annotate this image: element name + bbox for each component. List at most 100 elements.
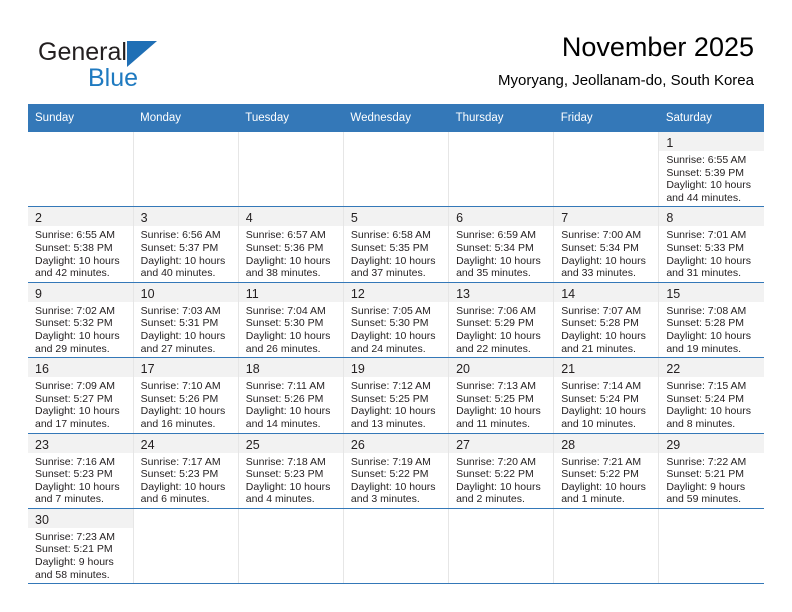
daylight-text-line2: and 14 minutes. — [245, 417, 321, 430]
day-number-band: 4 — [239, 207, 343, 227]
day-number: 30 — [35, 512, 49, 527]
calendar-day-cell[interactable]: 1 Sunrise: 6:55 AM Sunset: 5:39 PM Daylight… — [658, 132, 764, 208]
daylight-text-line1: Daylight: 10 hours — [561, 405, 646, 418]
calendar-day-cell[interactable]: 13 Sunrise: 7:06 AM Sunset: 5:29 PM Dayligh… — [448, 282, 554, 359]
calendar-day-cell[interactable]: 19 Sunrise: 7:12 AM Sunset: 5:25 PM Dayligh… — [342, 357, 449, 434]
page-title: November 2025 — [561, 32, 754, 62]
calendar-day-cell[interactable]: 3 Sunrise: 6:56 AM Sunset: 5:37 PM Daylight… — [132, 206, 239, 283]
calendar-day-cell[interactable]: 20 Sunrise: 7:13 AM Sunset: 5:25 PM Dayligh… — [448, 357, 554, 434]
page-subtitle: Myoryang, Jeollanam-do, South Korea — [498, 72, 754, 89]
sunrise-text: Sunrise: 7:09 AM — [35, 380, 115, 393]
calendar-day-cell[interactable]: 11 Sunrise: 7:04 AM Sunset: 5:30 PM Dayligh… — [237, 282, 344, 359]
sunrise-text: Sunrise: 6:55 AM — [35, 229, 115, 242]
calendar-day-cell[interactable]: 22 Sunrise: 7:15 AM Sunset: 5:24 PM Dayligh… — [658, 357, 764, 434]
calendar-day-cell[interactable]: 28 Sunrise: 7:21 AM Sunset: 5:22 PM Dayligh… — [553, 433, 659, 509]
day-number: 15 — [666, 286, 681, 301]
calendar-week-row: 1 Sunrise: 6:55 AM Sunset: 5:39 PM Daylight… — [28, 132, 764, 208]
calendar-day-cell[interactable]: 14 Sunrise: 7:07 AM Sunset: 5:28 PM Dayligh… — [553, 282, 659, 359]
day-details: Sunrise: 7:13 AM Sunset: 5:25 PM Daylight:… — [450, 377, 554, 432]
calendar-day-cell[interactable]: 16 Sunrise: 7:09 AM Sunset: 5:27 PM Dayligh… — [28, 357, 134, 434]
calendar-day-cell[interactable]: 25 Sunrise: 7:18 AM Sunset: 5:23 PM Dayligh… — [237, 433, 344, 509]
day-number-band: 7 — [554, 207, 659, 227]
calendar-day-cell[interactable]: 4 Sunrise: 6:57 AM Sunset: 5:36 PM Daylight… — [237, 206, 344, 283]
calendar-week-row: 30 Sunrise: 7:23 AM Sunset: 5:21 PM Dayligh… — [28, 508, 764, 585]
sunset-text: Sunset: 5:36 PM — [245, 241, 324, 254]
day-details: Sunrise: 7:14 AM Sunset: 5:24 PM Daylight:… — [555, 377, 659, 432]
calendar-day-cell[interactable]: 21 Sunrise: 7:14 AM Sunset: 5:24 PM Dayligh… — [553, 357, 659, 434]
daylight-text-line1: Daylight: 10 hours — [666, 329, 751, 342]
day-number: 11 — [245, 286, 259, 301]
weekday-header-saturday: Saturday — [658, 104, 764, 132]
day-number: 26 — [350, 437, 365, 452]
weekday-header-friday: Friday — [553, 104, 659, 132]
daylight-text-line2: and 13 minutes. — [350, 417, 426, 430]
calendar-day-cell[interactable]: 15 Sunrise: 7:08 AM Sunset: 5:28 PM Dayligh… — [658, 282, 764, 359]
day-details: Sunrise: 6:58 AM Sunset: 5:35 PM Daylight:… — [344, 226, 448, 281]
sunset-text: Sunset: 5:28 PM — [561, 317, 639, 330]
calendar-day-cell[interactable]: 30 Sunrise: 7:23 AM Sunset: 5:21 PM Dayligh… — [28, 508, 134, 585]
daylight-text-line2: and 44 minutes. — [666, 191, 742, 204]
calendar-day-cell[interactable]: 9 Sunrise: 7:02 AM Sunset: 5:32 PM Daylight… — [28, 282, 134, 359]
day-details: Sunrise: 7:06 AM Sunset: 5:29 PM Daylight:… — [450, 302, 554, 357]
calendar-day-cell[interactable]: 26 Sunrise: 7:19 AM Sunset: 5:22 PM Dayligh… — [342, 433, 449, 509]
sunrise-text: Sunrise: 7:00 AM — [561, 229, 642, 242]
sunset-text: Sunset: 5:24 PM — [561, 392, 639, 405]
sunrise-text: Sunrise: 7:06 AM — [456, 304, 537, 317]
weekday-header-tuesday: Tuesday — [238, 104, 344, 132]
day-number-band: 12 — [344, 282, 449, 302]
calendar-day-cell[interactable]: 10 Sunrise: 7:03 AM Sunset: 5:31 PM Dayligh… — [132, 282, 239, 359]
sunrise-text: Sunrise: 7:18 AM — [245, 455, 326, 468]
day-details: Sunrise: 6:55 AM Sunset: 5:38 PM Daylight:… — [28, 226, 133, 281]
daylight-text-line2: and 19 minutes. — [666, 342, 742, 355]
calendar-day-cell[interactable]: 2 Sunrise: 6:55 AM Sunset: 5:38 PM Daylight… — [28, 206, 134, 283]
day-number-band — [134, 508, 238, 528]
day-number: 18 — [245, 362, 260, 377]
day-number-band: 18 — [239, 358, 343, 378]
sunrise-text: Sunrise: 7:22 AM — [666, 455, 747, 468]
calendar-day-cell[interactable]: 17 Sunrise: 7:10 AM Sunset: 5:26 PM Dayligh… — [132, 357, 239, 434]
daylight-text-line2: and 3 minutes. — [350, 493, 420, 506]
sunset-text: Sunset: 5:26 PM — [245, 392, 324, 405]
day-number: 13 — [456, 286, 470, 301]
calendar-day-cell[interactable]: 27 Sunrise: 7:20 AM Sunset: 5:22 PM Dayligh… — [448, 433, 554, 509]
day-number-band: 3 — [134, 207, 238, 227]
sunset-text: Sunset: 5:22 PM — [456, 468, 534, 481]
day-number: 24 — [140, 437, 155, 452]
sunset-text: Sunset: 5:35 PM — [350, 241, 429, 254]
calendar-day-cell[interactable]: 8 Sunrise: 7:01 AM Sunset: 5:33 PM Daylight… — [658, 206, 764, 283]
day-number-band: 11 — [239, 282, 343, 302]
sunset-text: Sunset: 5:30 PM — [350, 317, 429, 330]
daylight-text-line1: Daylight: 10 hours — [245, 405, 331, 418]
calendar-day-cell[interactable]: 7 Sunrise: 7:00 AM Sunset: 5:34 PM Daylight… — [553, 206, 659, 283]
day-details: Sunrise: 7:16 AM Sunset: 5:23 PM Daylight:… — [28, 453, 133, 508]
daylight-text-line2: and 10 minutes. — [561, 417, 636, 430]
logo-text-general: General — [38, 38, 127, 66]
daylight-text-line2: and 6 minutes. — [140, 493, 210, 506]
daylight-text-line1: Daylight: 10 hours — [35, 329, 120, 342]
daylight-text-line1: Daylight: 10 hours — [245, 254, 331, 267]
day-number-band: 19 — [344, 358, 449, 378]
daylight-text-line2: and 42 minutes. — [35, 267, 110, 280]
calendar-cell-empty — [132, 508, 239, 585]
day-number: 9 — [35, 286, 42, 301]
calendar-day-cell[interactable]: 29 Sunrise: 7:22 AM Sunset: 5:21 PM Dayligh… — [658, 433, 764, 509]
general-blue-logo[interactable]: General Blue — [38, 38, 258, 94]
calendar-day-cell[interactable]: 23 Sunrise: 7:16 AM Sunset: 5:23 PM Dayligh… — [28, 433, 134, 509]
calendar-day-cell[interactable]: 12 Sunrise: 7:05 AM Sunset: 5:30 PM Dayligh… — [342, 282, 449, 359]
sunrise-text: Sunrise: 7:11 AM — [245, 380, 325, 393]
day-number: 1 — [666, 136, 674, 150]
weekday-header-sunday: Sunday — [28, 104, 134, 132]
day-number: 3 — [140, 211, 148, 226]
day-number-band: 25 — [239, 433, 343, 453]
calendar-day-cell[interactable]: 5 Sunrise: 6:58 AM Sunset: 5:35 PM Daylight… — [342, 206, 449, 283]
daylight-text-line2: and 2 minutes. — [456, 493, 525, 506]
calendar-page: General Blue November 2025 Myoryang, Jeo… — [0, 0, 792, 612]
day-number-band — [239, 132, 343, 151]
daylight-text-line1: Daylight: 9 hours — [35, 556, 114, 569]
calendar-day-cell[interactable]: 24 Sunrise: 7:17 AM Sunset: 5:23 PM Dayligh… — [132, 433, 239, 509]
day-number-band: 30 — [28, 508, 133, 528]
sunrise-text: Sunrise: 7:08 AM — [666, 304, 747, 317]
day-number-band: 20 — [449, 358, 554, 378]
calendar-day-cell[interactable]: 18 Sunrise: 7:11 AM Sunset: 5:26 PM Dayligh… — [237, 357, 344, 434]
calendar-day-cell[interactable]: 6 Sunrise: 6:59 AM Sunset: 5:34 PM Daylight… — [448, 206, 554, 283]
